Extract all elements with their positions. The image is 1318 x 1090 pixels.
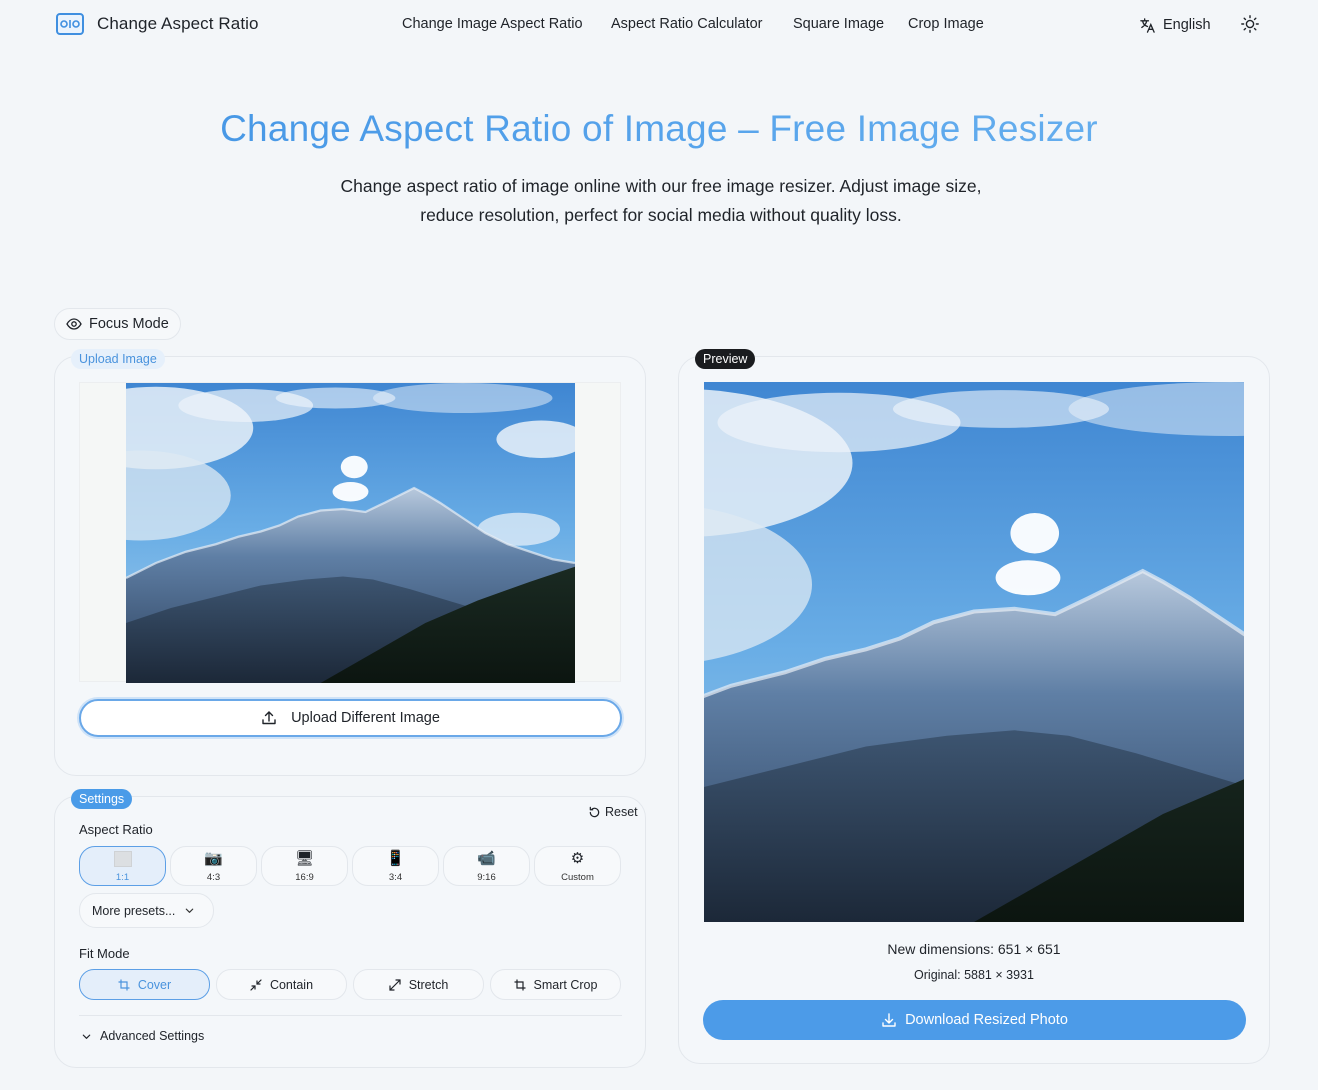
download-label: Download Resized Photo (905, 1012, 1068, 1028)
reset-label: Reset (605, 805, 638, 819)
nav-aspect-ratio-calculator[interactable]: Aspect Ratio Calculator (611, 16, 763, 32)
crop-icon (514, 979, 526, 990)
video-camera-icon: 📹 (477, 850, 496, 867)
fit-mode-label-text: Cover (137, 977, 172, 992)
ratio-label: 16:9 (295, 872, 314, 883)
nav-square-image[interactable]: Square Image (793, 16, 884, 32)
uploaded-mountain-photo (126, 383, 575, 683)
fit-mode-contain[interactable]: Contain (216, 969, 347, 1000)
uploaded-image-frame[interactable] (79, 382, 621, 682)
expand-icon (389, 978, 401, 991)
page-subtitle: Change aspect ratio of image online with… (340, 176, 982, 225)
upload-icon (262, 711, 276, 725)
gear-icon: ⚙ (570, 850, 585, 867)
preview-card: Preview New dimensions: 651 × 651 Origin… (678, 349, 1270, 1064)
chevron-down-icon (82, 1034, 91, 1039)
monitor-icon: 🖥 (294, 850, 315, 867)
crop-icon (118, 979, 130, 990)
settings-card: Settings Reset Aspect Ratio 1:1 📷 4:3 🖥 … (54, 789, 646, 1068)
site-header: Change Aspect Ratio Change Image Aspect … (0, 0, 1318, 48)
aspect-ratio-options: 1:1 📷 4:3 🖥 16:9 📱 3:4 📹 9:16 ⚙ Custom (79, 846, 622, 886)
translate-icon (1140, 17, 1155, 33)
nav-change-image-aspect-ratio[interactable]: Change Image Aspect Ratio (402, 16, 583, 32)
ratio-option-4-3[interactable]: 📷 4:3 (170, 846, 257, 886)
reset-icon (589, 806, 600, 817)
ratio-option-custom[interactable]: ⚙ Custom (534, 846, 621, 886)
fit-mode-stretch[interactable]: Stretch (353, 969, 484, 1000)
fit-mode-options: Cover Contain Stretch Smart Crop (79, 969, 622, 1000)
settings-tag: Settings (71, 789, 133, 809)
more-presets-label: More presets... (92, 903, 176, 918)
shrink-icon (250, 978, 262, 991)
ratio-label: Custom (561, 872, 594, 883)
upload-card: Upload Image Upload Different Image (54, 349, 646, 776)
ratio-label: 9:16 (477, 872, 496, 883)
fit-mode-label-text: Smart Crop (533, 977, 598, 992)
divider (79, 1015, 622, 1016)
focus-mode-button[interactable]: Focus Mode (54, 308, 181, 340)
ratio-label: 4:3 (206, 872, 221, 883)
original-dimensions: Original: 5881 × 3931 (914, 968, 1034, 982)
main-nav: Change Image Aspect Ratio Aspect Ratio C… (0, 16, 1318, 36)
fit-mode-label-text: Stretch (408, 977, 449, 992)
ratio-option-3-4[interactable]: 📱 3:4 (352, 846, 439, 886)
advanced-settings-toggle[interactable]: Advanced Settings (81, 1029, 204, 1043)
upload-button-label: Upload Different Image (291, 710, 440, 726)
ratio-label: 1:1 (115, 872, 130, 883)
sun-icon[interactable] (1240, 14, 1260, 34)
language-selector[interactable]: English (1139, 15, 1211, 35)
eye-icon (66, 318, 82, 330)
upload-different-image-button[interactable]: Upload Different Image (79, 699, 622, 737)
new-dimensions: New dimensions: 651 × 651 (887, 941, 1061, 957)
ratio-label: 3:4 (388, 872, 403, 883)
aspect-ratio-label: Aspect Ratio (79, 822, 153, 837)
download-button[interactable]: Download Resized Photo (703, 1000, 1246, 1040)
nav-crop-image[interactable]: Crop Image (908, 16, 984, 32)
more-presets-dropdown[interactable]: More presets... (79, 893, 214, 928)
square-icon (114, 851, 132, 867)
upload-image-tag: Upload Image (71, 349, 165, 369)
focus-mode-label: Focus Mode (89, 316, 169, 332)
fit-mode-label: Fit Mode (79, 946, 130, 961)
fit-mode-label-text: Contain (269, 977, 314, 992)
chevron-down-icon (186, 908, 194, 913)
advanced-settings-label: Advanced Settings (100, 1029, 205, 1043)
ratio-option-1-1[interactable]: 1:1 (79, 846, 166, 886)
language-label: English (1163, 17, 1211, 33)
preview-tag: Preview (695, 349, 756, 369)
fit-mode-cover[interactable]: Cover (79, 969, 210, 1000)
preview-mountain-photo (704, 382, 1244, 922)
ratio-option-16-9[interactable]: 🖥 16:9 (261, 846, 348, 886)
page-title: Change Aspect Ratio of Image – Free Imag… (0, 108, 1318, 150)
download-icon (882, 1013, 896, 1027)
phone-icon: 📱 (386, 850, 405, 867)
ratio-option-9-16[interactable]: 📹 9:16 (443, 846, 530, 886)
reset-button[interactable]: Reset (588, 805, 638, 819)
fit-mode-smart-crop[interactable]: Smart Crop (490, 969, 621, 1000)
camera-icon: 📷 (204, 850, 223, 867)
